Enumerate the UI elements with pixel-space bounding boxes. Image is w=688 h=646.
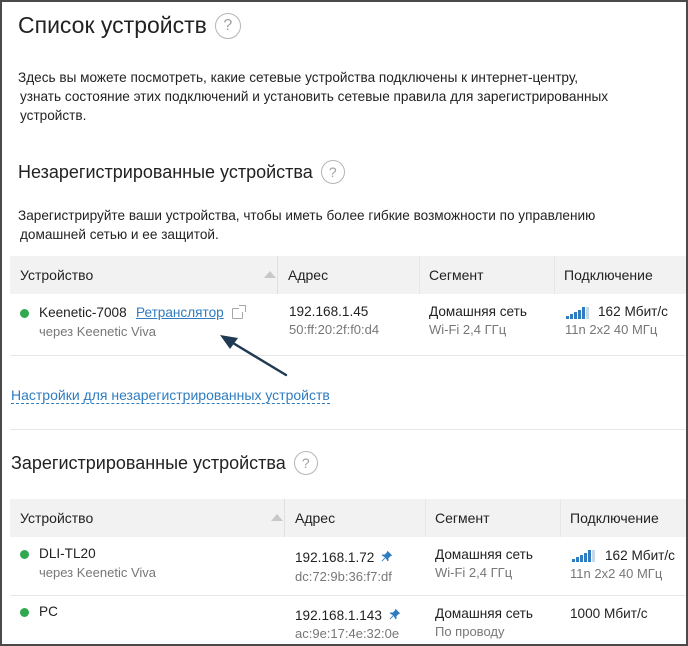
device-via: через Keenetic Viva — [39, 324, 157, 339]
device-name: DLI-TL20 — [39, 546, 96, 561]
column-device-label: Устройство — [20, 267, 94, 283]
device-segment: Домашняя сеть — [435, 547, 533, 562]
repeater-link[interactable]: Ретранслятор — [136, 305, 224, 320]
intro-line: устройств. — [20, 108, 87, 123]
intro-line: Здесь вы можете посмотреть, какие сетевы… — [18, 70, 579, 85]
column-connection[interactable]: Подключение — [554, 256, 686, 294]
column-address[interactable]: Адрес — [295, 499, 425, 537]
pin-icon[interactable] — [389, 608, 401, 620]
column-connection-label: Подключение — [564, 267, 653, 283]
section-divider — [10, 429, 686, 430]
device-name: Keenetic-7008 — [39, 305, 127, 320]
device-via: через Keenetic Viva — [39, 565, 157, 580]
page-title-text: Список устройств — [18, 12, 207, 38]
column-connection[interactable]: Подключение — [560, 499, 686, 537]
registered-section-title: Зарегистрированные устройства ? — [11, 451, 318, 475]
column-device-label: Устройство — [20, 510, 94, 526]
unregistered-title-text: Незарегистрированные устройства — [18, 161, 313, 182]
unregistered-section-title: Незарегистрированные устройства ? — [18, 160, 345, 184]
column-device[interactable]: Устройство — [10, 499, 285, 537]
device-mac: ac:9e:17:4e:32:0e — [295, 626, 400, 641]
page-title: Список устройств ? — [18, 12, 241, 39]
status-online-dot — [20, 550, 29, 559]
device-list-page: Список устройств ? Здесь вы можете посмо… — [0, 0, 688, 646]
annotation-arrow — [220, 335, 288, 377]
column-address[interactable]: Адрес — [288, 256, 418, 294]
device-mac: 50:ff:20:2f:f0:d4 — [289, 322, 380, 337]
column-segment-label: Сегмент — [429, 267, 484, 283]
external-link-icon[interactable] — [232, 305, 246, 319]
wifi-signal-icon — [572, 550, 598, 562]
device-wifi-mode: 11n 2x2 40 МГц — [570, 566, 663, 581]
status-online-dot — [20, 309, 29, 318]
device-segment: Домашняя сеть — [435, 606, 533, 621]
device-mac: dc:72:9b:36:f7:df — [295, 569, 392, 584]
help-icon[interactable]: ? — [214, 12, 241, 39]
device-wifi-mode: 11n 2x2 40 МГц — [565, 322, 658, 337]
pin-icon[interactable] — [381, 550, 393, 562]
device-ip: 192.168.1.143 — [295, 608, 382, 623]
status-online-dot — [20, 608, 29, 617]
page-intro: Здесь вы можете посмотреть, какие сетевы… — [18, 68, 668, 125]
description-line: Зарегистрируйте ваши устройства, чтобы и… — [18, 208, 596, 223]
wifi-signal-icon — [566, 307, 592, 319]
unregistered-settings-link[interactable]: Настройки для незарегистрированных устро… — [11, 387, 330, 404]
column-segment-label: Сегмент — [435, 510, 490, 526]
device-speed: 162 Мбит/с — [605, 548, 675, 563]
unregistered-table-header: Устройство Адрес Сегмент Подключение — [10, 256, 686, 294]
column-connection-label: Подключение — [570, 510, 659, 526]
device-segment: Домашняя сеть — [429, 304, 527, 319]
device-segment-type: По проводу — [435, 624, 505, 639]
registered-title-text: Зарегистрированные устройства — [11, 452, 286, 473]
device-segment-type: Wi-Fi 2,4 ГГц — [435, 565, 513, 580]
sort-up-icon[interactable] — [271, 514, 283, 521]
intro-line: узнать состояние этих подключений и уста… — [20, 89, 609, 104]
column-address-label: Адрес — [288, 267, 329, 283]
column-device[interactable]: Устройство — [10, 256, 278, 294]
device-speed: 1000 Мбит/с — [570, 606, 648, 621]
description-line: домашней сетью и ее защитой. — [20, 227, 219, 242]
help-icon[interactable]: ? — [320, 160, 345, 184]
column-segment[interactable]: Сегмент — [425, 499, 559, 537]
registered-table-header: Устройство Адрес Сегмент Подключение — [10, 499, 686, 537]
row-divider — [10, 355, 686, 356]
help-icon[interactable]: ? — [293, 451, 318, 475]
device-ip: 192.168.1.72 — [295, 550, 375, 565]
device-speed: 162 Мбит/с — [598, 304, 668, 319]
device-name: PC — [39, 604, 58, 619]
column-segment[interactable]: Сегмент — [419, 256, 553, 294]
row-divider — [10, 595, 686, 596]
sort-up-icon[interactable] — [264, 271, 276, 278]
device-ip: 192.168.1.45 — [289, 304, 369, 319]
unregistered-description: Зарегистрируйте ваши устройства, чтобы и… — [18, 206, 668, 244]
device-segment-type: Wi-Fi 2,4 ГГц — [429, 322, 507, 337]
column-address-label: Адрес — [295, 510, 336, 526]
